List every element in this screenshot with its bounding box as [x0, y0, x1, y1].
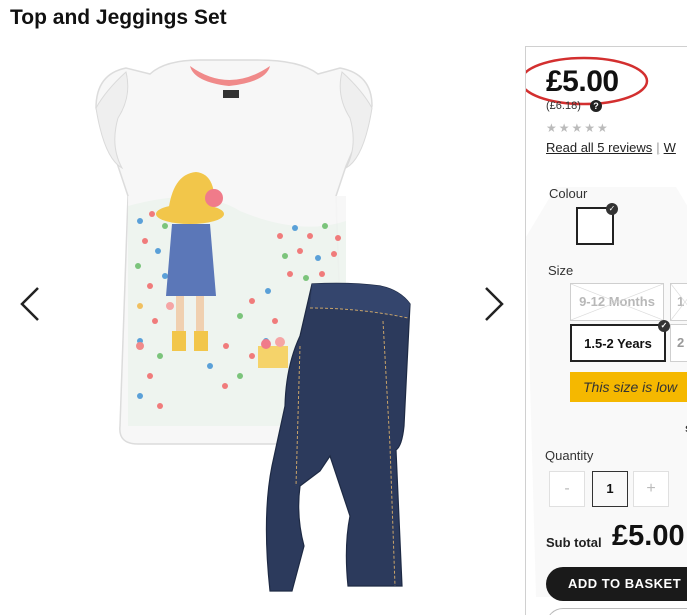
read-reviews-link[interactable]: Read all 5 reviews — [546, 140, 652, 155]
size-label: Size — [548, 263, 574, 278]
size-option-label: 1.5-2 Years — [584, 336, 652, 351]
quantity-decrease-button[interactable]: - — [549, 471, 585, 507]
check-icon: ✓ — [606, 203, 618, 215]
product-image-gallery — [0, 46, 525, 615]
low-stock-warning: This size is low — [570, 372, 687, 402]
product-title: Top and Jeggings Set — [10, 6, 227, 29]
colour-label: Colour — [549, 186, 588, 201]
write-review-link[interactable]: W — [664, 140, 676, 155]
price-highlight-annotation — [526, 56, 649, 106]
quantity-increase-button[interactable]: + — [633, 471, 669, 507]
price-per-unit: (£6.18) — [546, 100, 581, 112]
size-option-1-5-2-years[interactable]: 1.5-2 Years ✓ — [570, 320, 670, 362]
subtotal-label: Sub total — [546, 535, 602, 550]
purchase-panel: £5.00 (£6.18) ? ★★★★★ Read all 5 reviews… — [525, 46, 687, 615]
quantity-input[interactable]: 1 — [592, 471, 628, 507]
size-option-9-12-months[interactable]: 9-12 Months — [570, 283, 664, 321]
reviews-links: Read all 5 reviews | W — [546, 140, 676, 155]
colour-swatch-white[interactable]: ✓ — [576, 203, 618, 245]
size-option-2[interactable]: 2 — [670, 324, 687, 362]
question-icon[interactable]: ? — [590, 100, 602, 112]
next-image-button[interactable] — [478, 284, 508, 324]
check-icon: ✓ — [658, 320, 670, 332]
secondary-action-button[interactable] — [546, 608, 687, 615]
size-option-1[interactable]: 1 — [670, 283, 687, 321]
rating-stars: ★★★★★ — [546, 121, 610, 135]
link-separator: | — [656, 140, 660, 155]
subtotal-value: £5.00 — [612, 520, 685, 552]
add-to-basket-button[interactable]: ADD TO BASKET — [546, 567, 687, 601]
chevron-right-icon — [485, 287, 504, 321]
product-image — [95, 59, 411, 592]
previous-image-button[interactable] — [16, 284, 46, 324]
quantity-label: Quantity — [545, 448, 594, 463]
chevron-left-icon — [20, 287, 39, 321]
